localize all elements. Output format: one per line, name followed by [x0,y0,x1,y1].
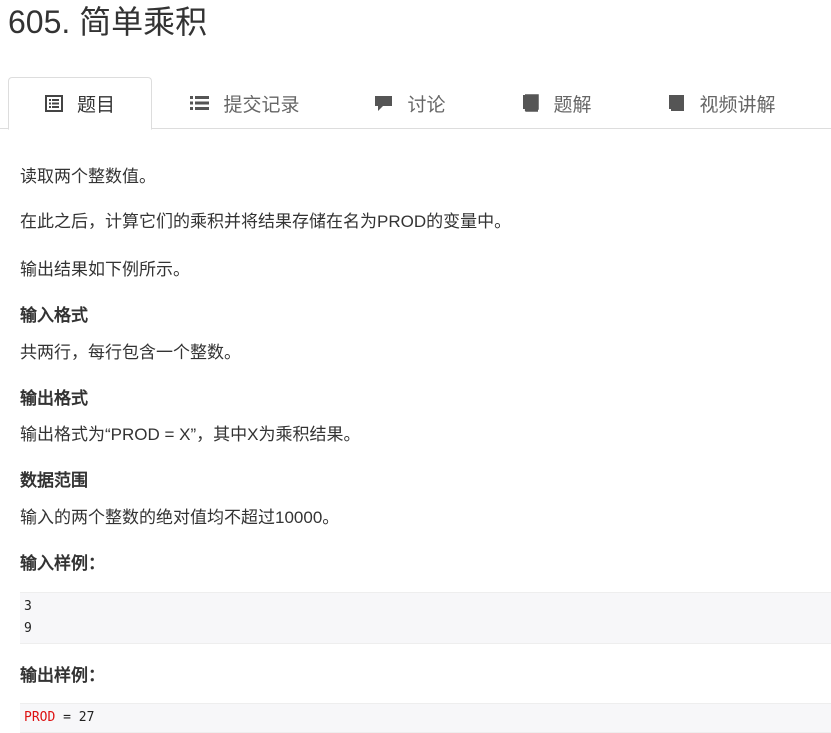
comment-icon [374,95,393,112]
tab-problem[interactable]: 题目 [8,77,152,130]
problem-tabs: 题目 提交记录 讨论 题解 视频讲解 [0,77,831,130]
description-paragraph: 读取两个整数值。 [20,167,156,186]
book-icon [522,94,540,112]
input-format-text: 共两行，每行包含一个整数。 [20,343,241,362]
document-list-icon [44,95,63,112]
data-range-text: 输入的两个整数的绝对值均不超过10000。 [20,508,340,527]
code-line: 3 [24,599,32,614]
output-format-heading: 输出格式 [20,389,88,408]
tab-video[interactable]: 视频讲解 [648,77,796,129]
code-text: = 27 [55,710,95,725]
data-range-heading: 数据范围 [20,471,88,490]
tab-solutions[interactable]: 题解 [502,77,612,129]
tab-submissions[interactable]: 提交记录 [170,77,320,129]
tab-video-label: 视频讲解 [699,94,776,116]
code-line: 9 [24,621,32,636]
tab-solutions-label: 题解 [553,94,592,116]
list-icon [190,95,210,111]
sample-output-code: PROD = 27 [20,703,831,733]
output-format-text: 输出格式为“PROD = X”，其中X为乘积结果。 [20,425,361,444]
description-paragraph: 输出结果如下例所示。 [20,260,190,279]
book-icon [668,94,685,112]
tab-submissions-label: 提交记录 [223,94,300,116]
tab-discussion[interactable]: 讨论 [355,77,465,129]
description-paragraph: 在此之后，计算它们的乘积并将结果存储在名为PROD的变量中。 [20,212,512,231]
page-title: 605. 简单乘积 [8,4,208,40]
code-line: PROD = 27 [24,707,827,729]
tab-discussion-label: 讨论 [407,94,446,116]
sample-output-heading: 输出样例： [20,666,105,685]
tab-problem-label: 题目 [76,95,115,116]
code-keyword: PROD [24,710,56,725]
input-format-heading: 输入格式 [20,306,88,325]
sample-input-code: 3 9 [20,592,831,644]
sample-input-heading: 输入样例： [20,554,105,573]
